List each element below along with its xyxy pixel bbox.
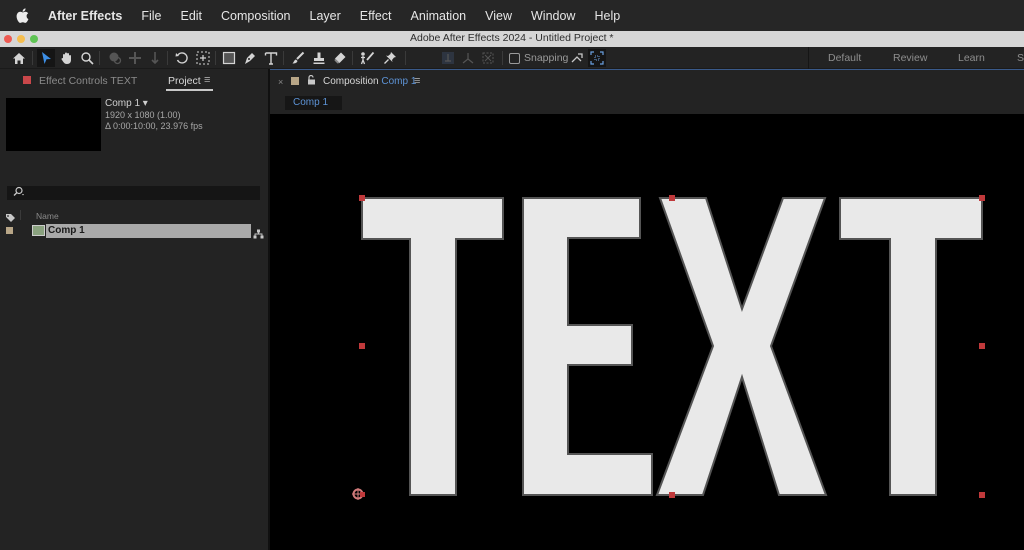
clone-stamp-tool-icon[interactable] — [310, 49, 328, 67]
comp-navigator-tab[interactable]: Comp 1 — [285, 96, 342, 110]
comp-thumbnail — [6, 98, 101, 151]
snapping-checkbox[interactable] — [509, 52, 520, 64]
workspace-learn[interactable]: Learn — [958, 52, 985, 64]
project-item-row[interactable]: Comp 1 — [0, 223, 268, 239]
text-layer[interactable] — [361, 197, 983, 496]
tab-effect-controls[interactable]: Effect Controls TEXT — [39, 75, 137, 87]
menu-edit[interactable]: Edit — [180, 9, 202, 23]
composition-panel-header: × Composition Comp 1 ≡ Comp 1 — [270, 70, 1024, 114]
selected-item-resolution: 1920 x 1080 (1.00) — [105, 110, 181, 120]
handle-top-right[interactable] — [979, 195, 985, 201]
glyph-t-2 — [839, 197, 983, 496]
anchor-point-icon[interactable] — [352, 488, 365, 500]
project-item-name[interactable]: Comp 1 — [46, 224, 251, 238]
column-divider[interactable] — [20, 210, 21, 220]
handle-bottom-center[interactable] — [669, 492, 675, 498]
composition-panel: × Composition Comp 1 ≡ Comp 1 — [270, 69, 1024, 550]
menu-view[interactable]: View — [485, 9, 512, 23]
composition-tab-name: Comp 1 — [381, 76, 417, 87]
item-label-swatch[interactable] — [6, 227, 13, 234]
selected-item-duration: Δ 0:00:10:00, 23.976 fps — [105, 121, 203, 131]
comp-label-swatch — [291, 77, 299, 85]
composition-viewer[interactable] — [270, 114, 1024, 550]
roto-brush-tool-icon[interactable] — [358, 49, 376, 67]
glyph-x — [655, 197, 828, 496]
snapping-label: Snapping — [524, 52, 569, 64]
composition-tab-prefix: Composition — [323, 76, 379, 87]
handle-middle-right[interactable] — [979, 343, 985, 349]
apple-menu-icon[interactable] — [16, 7, 30, 24]
type-tool-icon[interactable] — [262, 49, 280, 67]
zoom-tool-icon[interactable] — [78, 49, 96, 67]
close-panel-icon[interactable]: × — [278, 77, 283, 87]
workspace-review[interactable]: Review — [893, 52, 927, 64]
menu-effect[interactable]: Effect — [360, 9, 392, 23]
dolly-camera-icon[interactable] — [146, 49, 164, 67]
active-tab-indicator — [166, 89, 213, 91]
menu-layer[interactable]: Layer — [310, 9, 341, 23]
project-column-header: Name — [0, 208, 268, 222]
viewer-canvas — [352, 195, 985, 500]
project-search-input[interactable] — [7, 186, 260, 200]
composition-icon — [32, 225, 45, 236]
menu-window[interactable]: Window — [531, 9, 575, 23]
snap-features-icon[interactable] — [588, 49, 606, 67]
menu-app-after-effects[interactable]: After Effects — [48, 9, 122, 23]
anchor-point-tool-icon[interactable] — [194, 49, 212, 67]
window-title: Adobe After Effects 2024 - Untitled Proj… — [410, 32, 614, 44]
rotation-tool-icon[interactable] — [173, 49, 191, 67]
puppet-pin-tool-icon[interactable] — [381, 49, 399, 67]
glyph-t-1 — [361, 197, 504, 496]
brush-tool-icon[interactable] — [289, 49, 307, 67]
project-panel-menu-icon[interactable]: ≡ — [204, 74, 210, 86]
snap-options-icon[interactable] — [568, 49, 586, 67]
pan-camera-icon[interactable] — [126, 49, 144, 67]
composition-panel-menu-icon[interactable]: ≡ — [414, 75, 420, 87]
panel-tabs: Effect Controls TEXT Project ≡ — [0, 69, 268, 93]
menu-bar: After Effects File Edit Composition Laye… — [0, 0, 1024, 31]
pen-tool-icon[interactable] — [241, 49, 259, 67]
handle-top-center[interactable] — [669, 195, 675, 201]
flowchart-icon[interactable] — [253, 226, 264, 244]
menu-help[interactable]: Help — [594, 9, 620, 23]
tab-project[interactable]: Project — [168, 75, 201, 87]
column-name-header[interactable]: Name — [36, 211, 59, 221]
effect-controls-label-swatch — [23, 76, 31, 84]
workspace-small-screen[interactable]: Sm — [1017, 52, 1024, 64]
tools-panel: Snapping Default Review Learn Sm — [0, 47, 1024, 69]
orbit-camera-icon[interactable] — [106, 49, 124, 67]
handle-middle-left[interactable] — [359, 343, 365, 349]
menu-composition[interactable]: Composition — [221, 9, 290, 23]
menu-file[interactable]: File — [141, 9, 161, 23]
local-axis-mode-icon[interactable] — [439, 49, 457, 67]
handle-top-left[interactable] — [359, 195, 365, 201]
glyph-e — [522, 197, 653, 496]
selection-tool-icon[interactable] — [37, 49, 55, 67]
composition-tab[interactable]: Composition Comp 1 — [323, 76, 416, 87]
eraser-tool-icon[interactable] — [331, 49, 349, 67]
project-panel: Effect Controls TEXT Project ≡ Comp 1 ▾ … — [0, 69, 268, 550]
snapping-toggle[interactable]: Snapping — [509, 52, 568, 64]
search-icon[interactable] — [12, 186, 26, 201]
selected-item-name[interactable]: Comp 1 ▾ — [105, 98, 148, 109]
view-axis-mode-icon[interactable] — [479, 49, 497, 67]
menu-animation[interactable]: Animation — [411, 9, 467, 23]
window-title-bar: Adobe After Effects 2024 - Untitled Proj… — [0, 31, 1024, 47]
workspace-default[interactable]: Default — [828, 52, 861, 64]
hand-tool-icon[interactable] — [58, 49, 76, 67]
home-icon[interactable] — [10, 49, 28, 67]
world-axis-mode-icon[interactable] — [459, 49, 477, 67]
workspace-switcher: Default Review Learn Sm — [808, 47, 1024, 69]
lock-icon[interactable] — [307, 74, 316, 88]
rectangle-tool-icon[interactable] — [220, 49, 238, 67]
handle-bottom-right[interactable] — [979, 492, 985, 498]
